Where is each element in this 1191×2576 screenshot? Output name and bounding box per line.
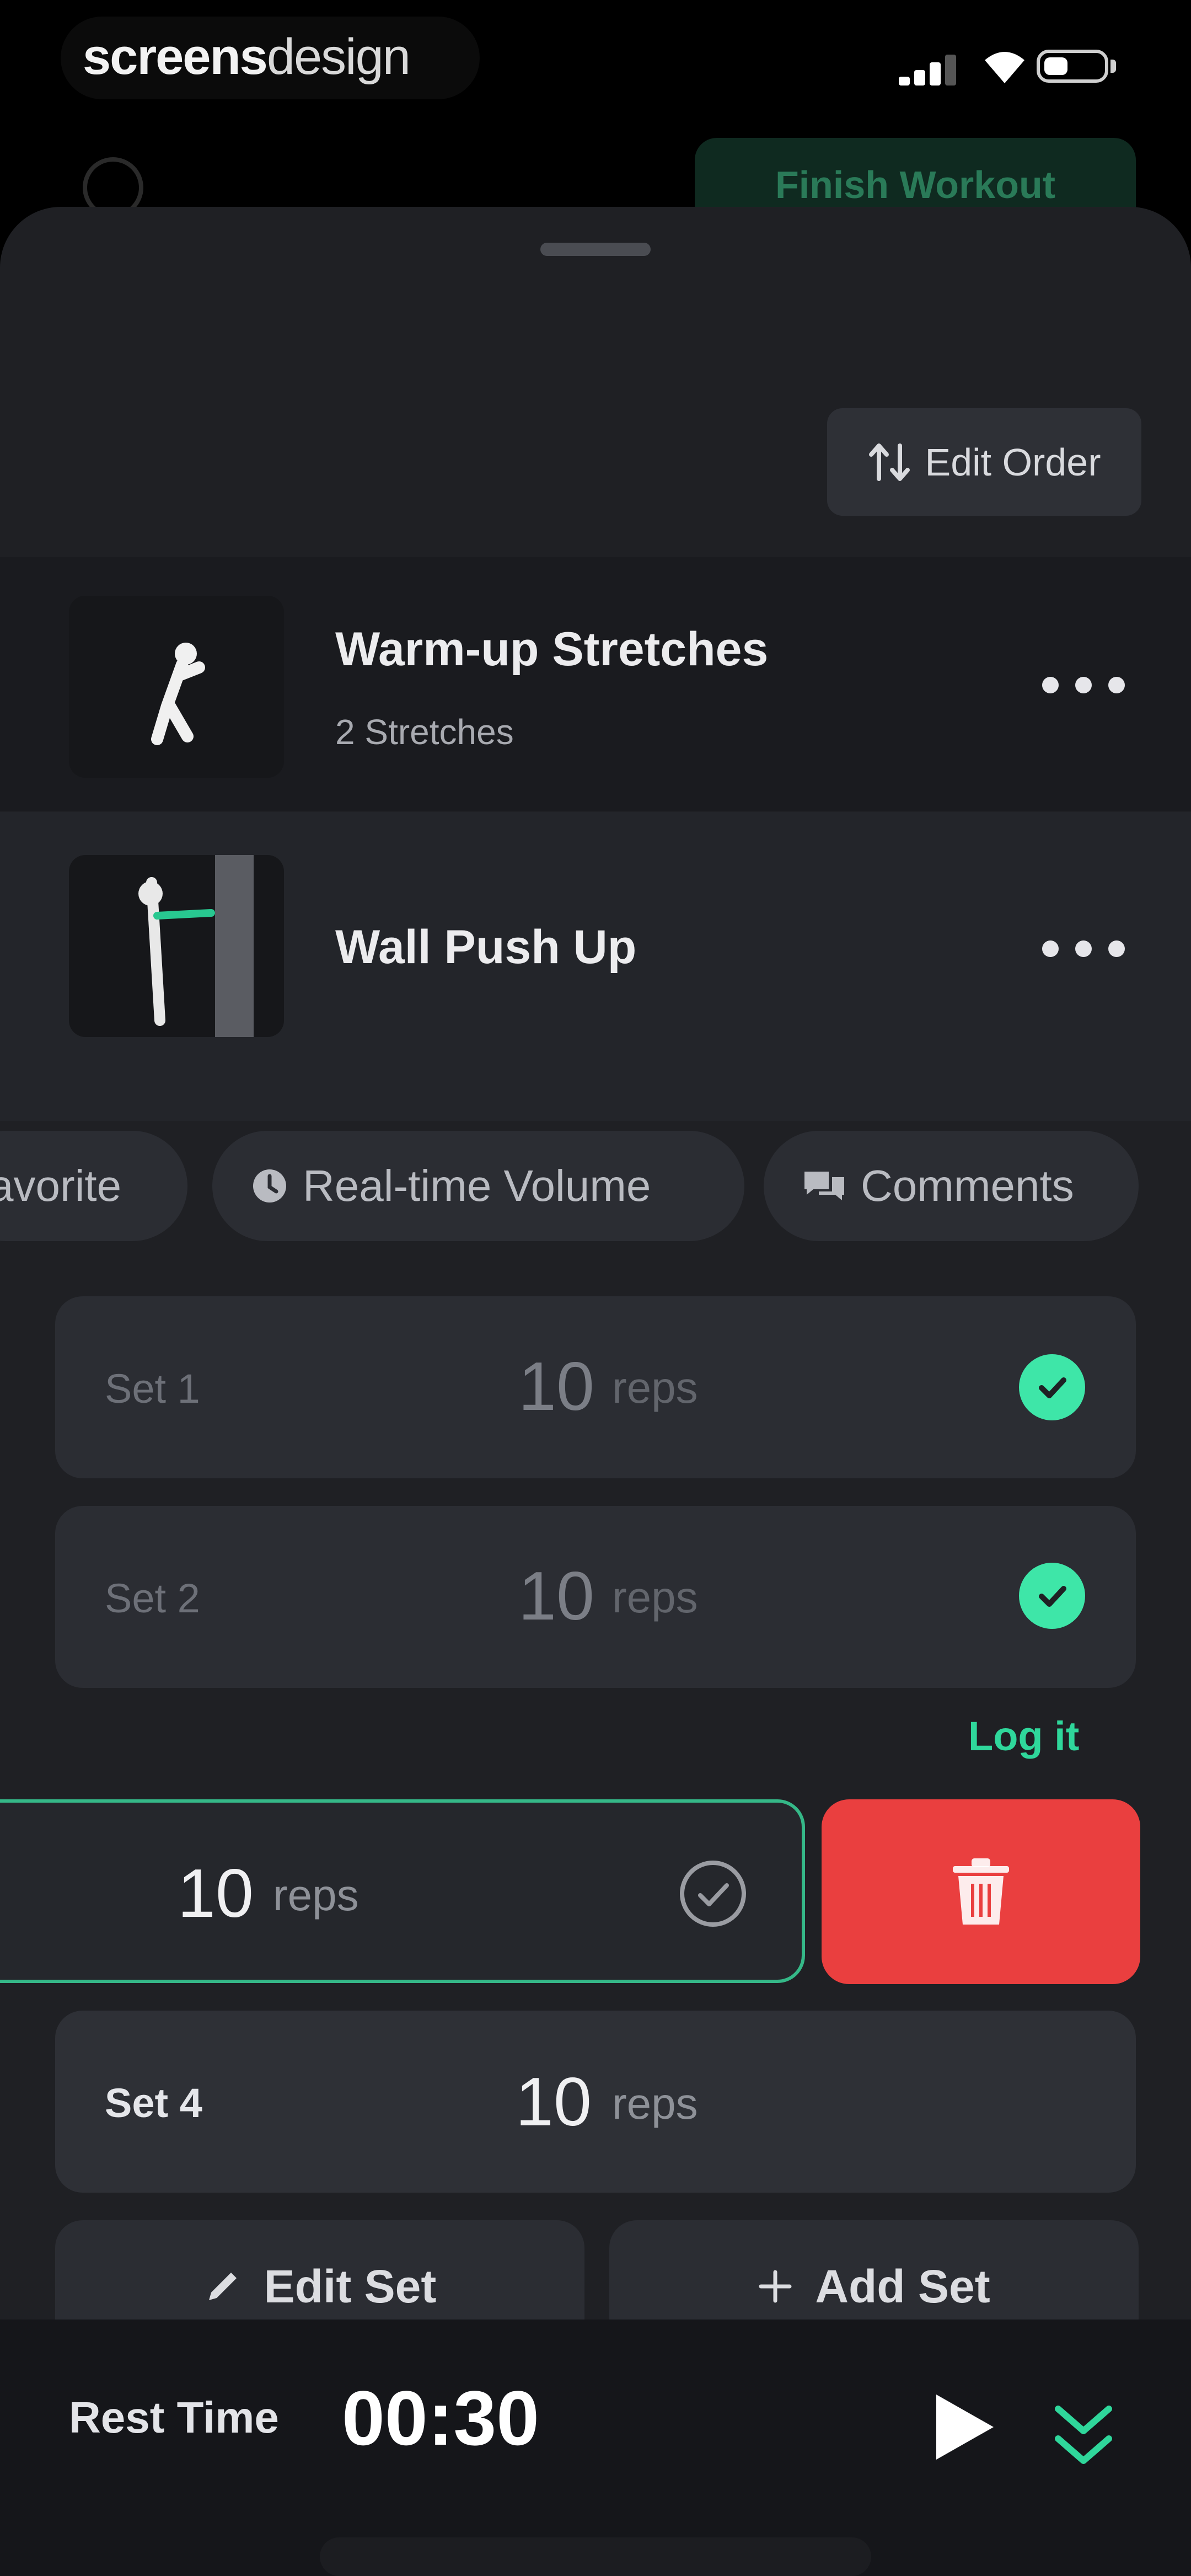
wifi-icon bbox=[985, 52, 1024, 83]
exercise-thumbnail-warmup bbox=[69, 596, 284, 778]
more-options-icon[interactable] bbox=[1042, 669, 1125, 702]
exercise-title: Warm-up Stretches bbox=[335, 623, 769, 676]
battery-icon bbox=[1037, 50, 1108, 83]
more-options-icon[interactable] bbox=[1042, 932, 1125, 965]
set-reps-unit: reps bbox=[273, 1870, 359, 1920]
edit-order-label: Edit Order bbox=[925, 440, 1101, 484]
status-bar: screensdesign bbox=[0, 0, 1191, 121]
brand-logo: screensdesign bbox=[83, 21, 411, 93]
clock-icon bbox=[253, 1169, 286, 1203]
chip-favorite-label: avorite bbox=[0, 1161, 122, 1210]
wall-push-up-figure-icon bbox=[138, 855, 254, 1037]
check-outline-icon[interactable] bbox=[678, 1859, 748, 1928]
set-reps-value[interactable]: 10 bbox=[178, 1854, 254, 1933]
set-reps-unit: reps bbox=[612, 1573, 698, 1622]
set-label: Set 2 bbox=[105, 1575, 200, 1621]
chip-real-time-volume-label: Real-time Volume bbox=[303, 1161, 651, 1210]
check-circle-icon[interactable] bbox=[1019, 1563, 1085, 1629]
sort-arrows-icon bbox=[868, 443, 910, 481]
play-icon[interactable] bbox=[932, 2391, 998, 2463]
signal-icon bbox=[899, 52, 959, 85]
edit-order-button[interactable]: Edit Order bbox=[827, 408, 1141, 516]
set-label: Set 4 bbox=[105, 2080, 202, 2126]
set-label: Set 1 bbox=[105, 1366, 200, 1412]
chevron-double-down-icon[interactable] bbox=[1050, 2397, 1117, 2474]
chip-comments[interactable]: Comments bbox=[764, 1131, 1139, 1241]
delete-set-button[interactable] bbox=[822, 1799, 1140, 1984]
plus-icon bbox=[759, 2270, 792, 2303]
home-indicator-area bbox=[320, 2537, 871, 2576]
set-reps-value[interactable]: 10 bbox=[516, 2063, 592, 2141]
chip-favorite[interactable]: avorite bbox=[0, 1131, 187, 1241]
set-reps-unit: reps bbox=[612, 2079, 698, 2128]
exercise-thumbnail-wall-push-up bbox=[69, 855, 284, 1037]
battery-tip bbox=[1110, 60, 1116, 73]
chip-real-time-volume[interactable]: Real-time Volume bbox=[212, 1131, 744, 1241]
chip-comments-label: Comments bbox=[861, 1161, 1074, 1210]
stretch-figure-icon bbox=[151, 643, 205, 745]
set-reps-value[interactable]: 10 bbox=[518, 1348, 594, 1426]
set-row-1[interactable] bbox=[55, 1296, 1136, 1478]
sheet-drag-handle[interactable] bbox=[540, 243, 651, 256]
log-it-link[interactable]: Log it bbox=[968, 1713, 1079, 1760]
check-circle-icon[interactable] bbox=[1019, 1354, 1085, 1420]
brand-logo-light: design bbox=[266, 29, 411, 85]
rest-time-label: Rest Time bbox=[69, 2393, 279, 2442]
set-reps-value[interactable]: 10 bbox=[518, 1557, 594, 1636]
pencil-icon bbox=[208, 2273, 237, 2300]
rest-time-value[interactable]: 00:30 bbox=[342, 2374, 539, 2463]
add-set-label: Add Set bbox=[815, 2260, 990, 2312]
brand-logo-bold: screens bbox=[83, 29, 268, 85]
trash-icon bbox=[953, 1858, 1009, 1925]
exercise-title: Wall Push Up bbox=[335, 921, 637, 974]
edit-set-label: Edit Set bbox=[264, 2260, 437, 2312]
set-row-4[interactable] bbox=[55, 2011, 1136, 2193]
set-row-2[interactable] bbox=[55, 1506, 1136, 1688]
set-reps-unit: reps bbox=[612, 1363, 698, 1412]
comments-icon bbox=[804, 1172, 844, 1200]
exercise-subtitle: 2 Stretches bbox=[335, 712, 514, 752]
